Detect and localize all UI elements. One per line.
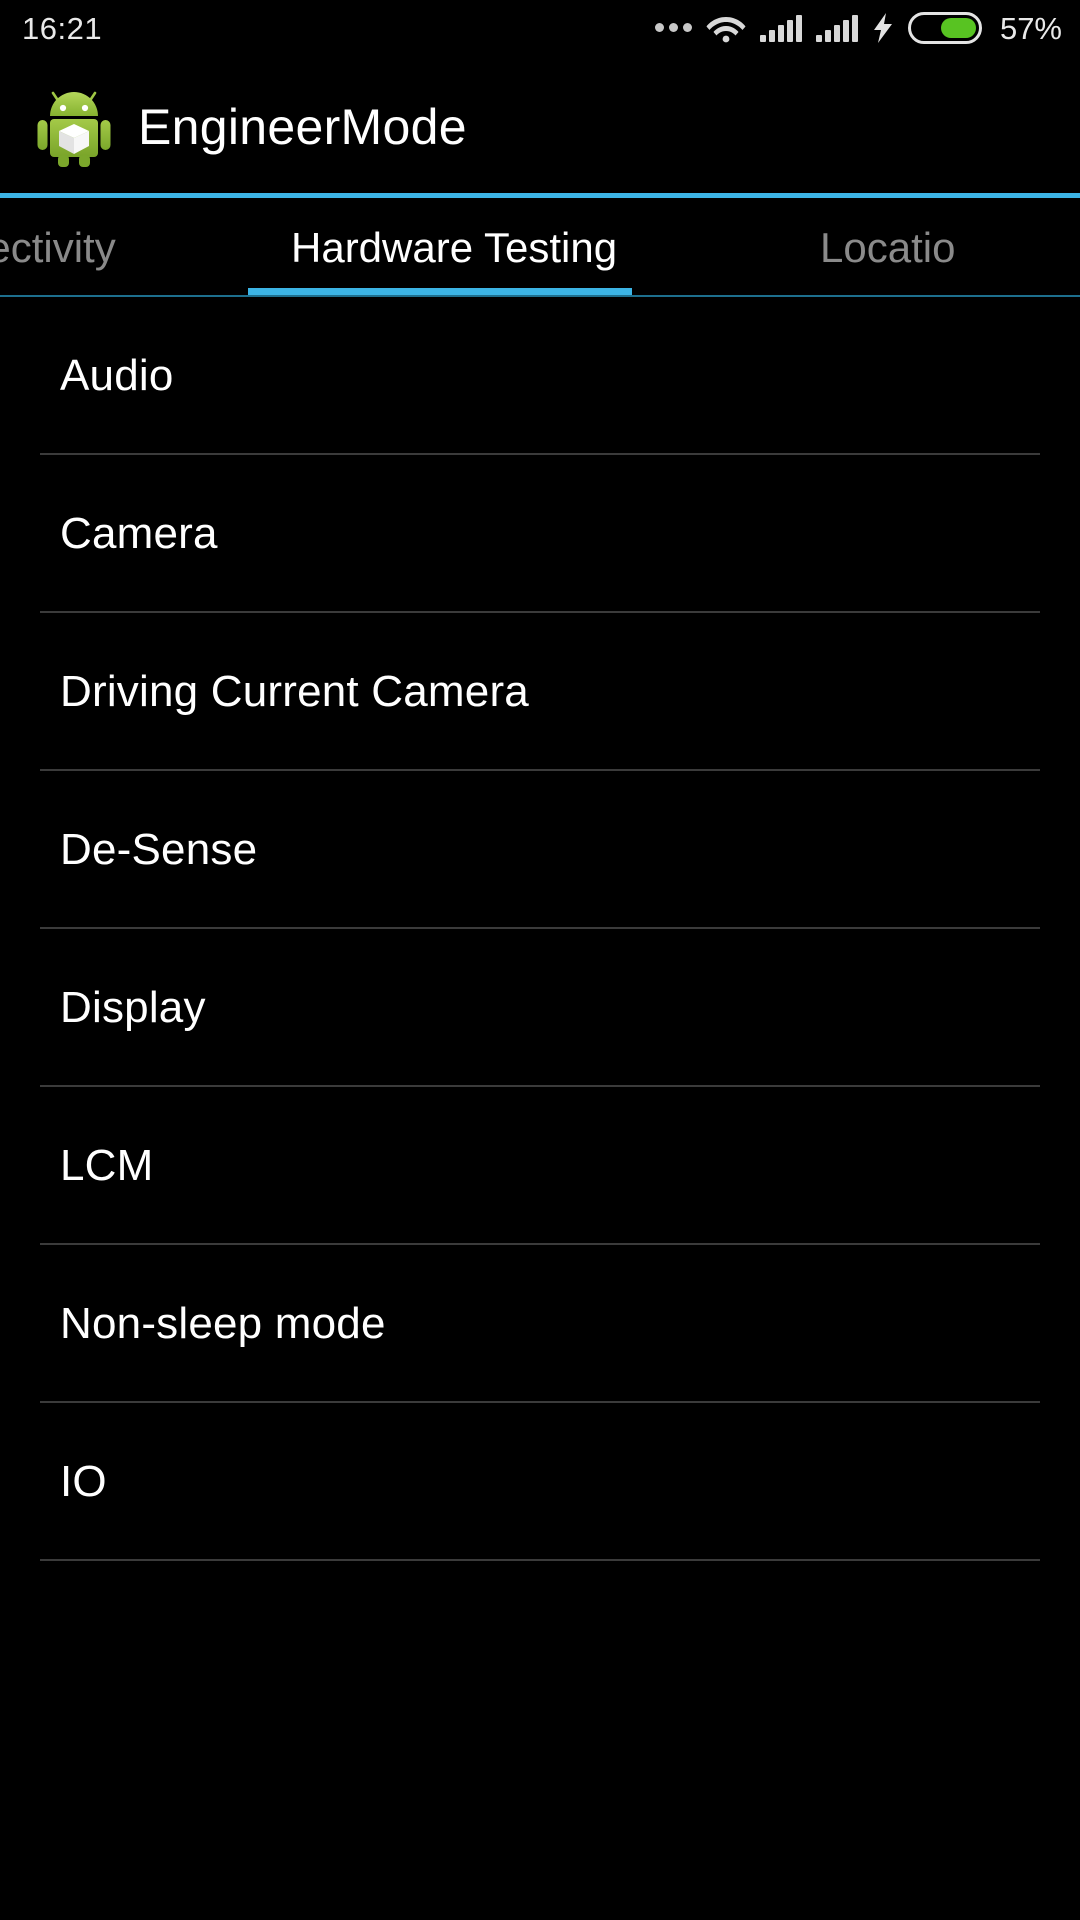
list-item-label: IO — [60, 1457, 107, 1506]
wifi-icon — [706, 13, 746, 43]
active-tab-indicator — [248, 288, 632, 295]
android-robot-icon — [36, 87, 112, 167]
status-bar: 16:21 57% — [0, 0, 1080, 56]
list-item[interactable]: Display — [0, 929, 1080, 1087]
list-item[interactable]: De-Sense — [0, 771, 1080, 929]
battery-icon — [907, 12, 982, 44]
list-item[interactable]: Driving Current Camera — [0, 613, 1080, 771]
list-item[interactable]: Audio — [0, 297, 1080, 455]
status-icons-group: 57% — [654, 10, 1062, 46]
tab-location[interactable]: Locatio — [820, 226, 955, 269]
list-item[interactable]: Camera — [0, 455, 1080, 613]
more-dots-icon — [654, 22, 692, 34]
list-item[interactable]: IO — [0, 1403, 1080, 1561]
tab-bar: nectivity Hardware Testing Locatio — [0, 198, 1080, 297]
list-item[interactable]: LCM — [0, 1087, 1080, 1245]
list-item-label: Audio — [60, 351, 174, 400]
tab-connectivity[interactable]: nectivity — [0, 226, 116, 269]
signal-icon — [759, 14, 802, 42]
hardware-testing-list: Audio Camera Driving Current Camera De-S… — [0, 297, 1080, 1561]
list-item-label: LCM — [60, 1141, 154, 1190]
status-time: 16:21 — [22, 10, 103, 46]
list-item[interactable]: Non-sleep mode — [0, 1245, 1080, 1403]
list-item-label: Non-sleep mode — [60, 1299, 386, 1348]
app-header: EngineerMode — [0, 56, 1080, 198]
list-item-label: Camera — [60, 509, 218, 558]
signal-icon — [815, 14, 858, 42]
list-divider — [40, 1559, 1040, 1561]
list-item-label: De-Sense — [60, 825, 258, 874]
list-item-label: Display — [60, 983, 206, 1032]
list-item-label: Driving Current Camera — [60, 667, 529, 716]
battery-percent-label: 57% — [999, 10, 1062, 46]
app-title: EngineerMode — [138, 99, 467, 155]
charging-bolt-icon — [872, 13, 894, 43]
tab-hardware-testing[interactable]: Hardware Testing — [291, 226, 617, 269]
